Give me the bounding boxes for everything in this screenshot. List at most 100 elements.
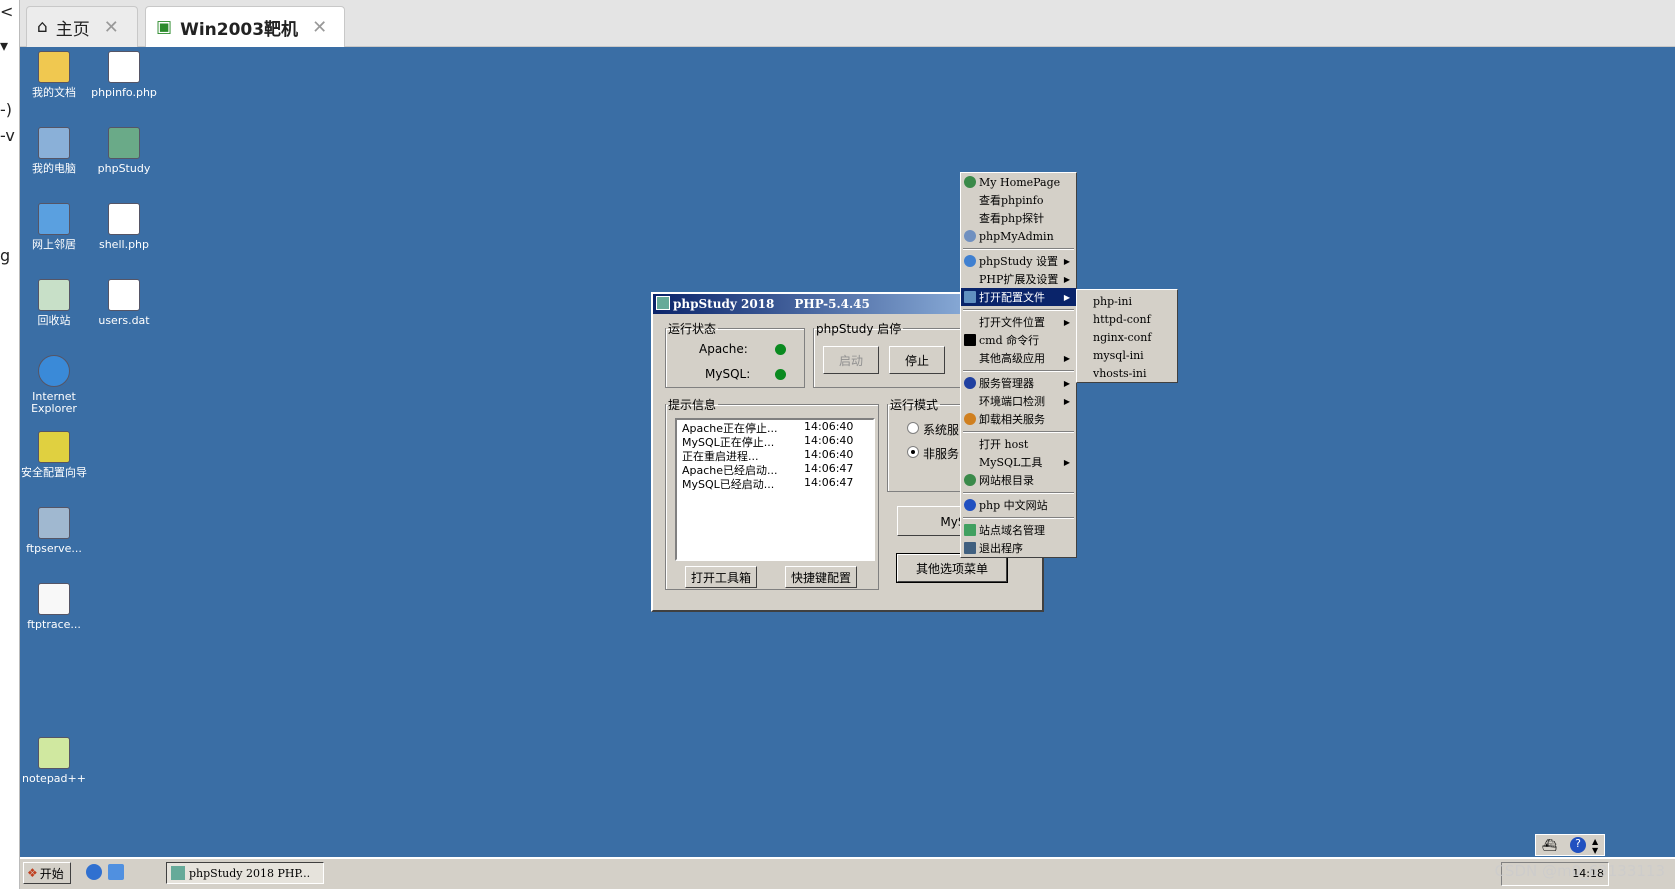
help-icon[interactable]: ? — [1570, 837, 1586, 853]
menu-item-label: 网站根目录 — [979, 474, 1034, 487]
menu-item[interactable]: 服务管理器 ▶ — [961, 374, 1076, 392]
menu-item[interactable]: 环境端口检测 ▶ — [961, 392, 1076, 410]
log-row: MySQL正在停止... 14:06:40 — [677, 434, 873, 448]
menu-item[interactable]: 打开文件位置 ▶ — [961, 313, 1076, 331]
config-icon — [964, 291, 976, 303]
submenu-arrow-icon: ▶ — [1063, 317, 1070, 327]
menu-item-label: 卸载相关服务 — [979, 413, 1045, 426]
close-icon[interactable]: ✕ — [104, 17, 119, 38]
desktop-icon-my-documents[interactable]: 我的文档 — [16, 51, 92, 99]
taskbar-item-phpstudy[interactable]: phpStudy 2018 PHP... — [166, 862, 324, 884]
menu-item[interactable]: cmd 命令行 — [961, 331, 1076, 349]
start-button[interactable]: 启动 — [823, 346, 879, 374]
desktop-icon-users-dat[interactable]: users.dat — [86, 279, 162, 327]
submenu-item[interactable]: httpd-conf — [1077, 310, 1177, 328]
desktop-icon-ftpserver[interactable]: ftpserve... — [16, 507, 92, 555]
tab-bar: ⌂ 主页 ✕ ▣ Win2003靶机 ✕ — [20, 0, 1675, 47]
menu-item[interactable]: phpMyAdmin — [961, 227, 1076, 245]
menu-item[interactable]: MySQL工具 ▶ — [961, 453, 1076, 471]
desktop-icon-label: Internet Explorer — [31, 390, 77, 415]
status-group-legend: 运行状态 — [668, 322, 717, 336]
mode-nonservice-label: 非服务 — [923, 447, 960, 461]
tab-home[interactable]: ⌂ 主页 ✕ — [26, 6, 138, 47]
side-panel-glyph: -) — [0, 100, 13, 119]
submenu-item[interactable]: nginx-conf — [1077, 328, 1177, 346]
menu-item[interactable]: PHP扩展及设置 ▶ — [961, 270, 1076, 288]
menu-item[interactable]: 其他高级应用 ▶ — [961, 349, 1076, 367]
log-time: 14:06:47 — [804, 476, 854, 489]
menu-item[interactable]: phpStudy 设置 ▶ — [961, 252, 1076, 270]
start-label: 开始 — [39, 866, 64, 881]
menu-item[interactable]: 打开配置文件 ▶ — [961, 288, 1076, 306]
menu-item-label: 打开文件位置 — [979, 316, 1045, 329]
config-submenu: php-ini httpd-conf nginx-conf mysql-ini vhos… — [1076, 289, 1178, 383]
ie-icon — [38, 355, 70, 387]
stop-button[interactable]: 停止 — [889, 346, 945, 374]
menu-separator — [961, 428, 1076, 435]
vm-icon: ▣ — [156, 17, 173, 37]
menu-item[interactable]: My HomePage — [961, 173, 1076, 191]
desktop-icon-phpinfo[interactable]: phpinfo.php — [86, 51, 162, 99]
menu-item-label: 站点域名管理 — [979, 524, 1045, 537]
desktop-quicklaunch-icon[interactable] — [108, 864, 124, 880]
desktop-icon-shell[interactable]: shell.php — [86, 203, 162, 251]
log-time: 14:06:47 — [804, 462, 854, 475]
desktop-icon-phpstudy[interactable]: phpStudy — [86, 127, 162, 175]
menu-item[interactable]: 网站根目录 — [961, 471, 1076, 489]
menu-item-label: phpMyAdmin — [979, 229, 1054, 243]
menu-item[interactable]: 退出程序 — [961, 539, 1076, 557]
menu-item-label: 服务管理器 — [979, 377, 1034, 390]
log-list[interactable]: Apache正在停止... 14:06:40 MySQL正在停止... 14:06:4… — [675, 418, 875, 561]
submenu-item[interactable]: mysql-ini — [1077, 346, 1177, 364]
desktop-icon-recycle-bin[interactable]: 回收站 — [16, 279, 92, 327]
scroll-icon[interactable]: ▲ ▼ — [1592, 837, 1598, 855]
toolbox-button[interactable]: 打开工具箱 — [685, 566, 757, 588]
menu-item-label: 环境端口检测 — [979, 395, 1045, 408]
menu-item[interactable]: 查看phpinfo — [961, 191, 1076, 209]
desktop-icon-my-computer[interactable]: 我的电脑 — [16, 127, 92, 175]
desktop-icon-network[interactable]: 网上邻居 — [16, 203, 92, 251]
log-message: MySQL正在停止... — [682, 436, 775, 448]
network-icon[interactable]: ⛴ — [1542, 838, 1557, 852]
tab-vm[interactable]: ▣ Win2003靶机 ✕ — [145, 6, 345, 47]
help-icon — [964, 499, 976, 511]
taskbar: ❖ 开始 phpStudy 2018 PHP... 14:18 — [20, 857, 1675, 889]
menu-item[interactable]: php 中文网站 — [961, 496, 1076, 514]
log-time: 14:06:40 — [804, 420, 854, 433]
submenu-item[interactable]: php-ini — [1077, 292, 1177, 310]
desktop-icon-ie[interactable]: Internet Explorer — [16, 355, 92, 415]
recycle-bin-icon — [38, 279, 70, 311]
ie-quicklaunch-icon[interactable] — [86, 864, 102, 880]
submenu-arrow-icon: ▶ — [1063, 292, 1070, 302]
other-menu-button[interactable]: 其他选项菜单 — [896, 553, 1008, 583]
file-icon — [108, 203, 140, 235]
close-icon[interactable]: ✕ — [312, 17, 327, 38]
globe-icon — [964, 474, 976, 486]
tab-label: 主页 — [55, 19, 90, 40]
menu-separator — [961, 245, 1076, 252]
menu-item[interactable]: 卸载相关服务 — [961, 410, 1076, 428]
log-row: 正在重启进程... 14:06:40 — [677, 448, 873, 462]
desktop-icon-ftptrace[interactable]: ftptrace... — [16, 583, 92, 631]
apache-label: Apache: — [699, 342, 748, 356]
menu-item[interactable]: 站点域名管理 — [961, 521, 1076, 539]
start-button[interactable]: ❖ 开始 — [23, 862, 71, 884]
uninstall-icon — [964, 413, 976, 425]
menu-item-label: cmd 命令行 — [979, 334, 1040, 347]
mode-nonservice-radio[interactable] — [907, 446, 919, 458]
window-version: PHP-5.4.45 — [794, 297, 870, 311]
side-panel-glyph: ▾ — [0, 36, 9, 55]
menu-item[interactable]: 查看php探针 — [961, 209, 1076, 227]
mode-system-radio[interactable] — [907, 422, 919, 434]
log-row: MySQL已经启动... 14:06:47 — [677, 476, 873, 490]
desktop-icon-notepadpp[interactable]: notepad++ — [16, 737, 92, 785]
log-time: 14:06:40 — [804, 434, 854, 447]
submenu-item[interactable]: vhosts-ini — [1077, 364, 1177, 382]
menu-item[interactable]: 打开 host — [961, 435, 1076, 453]
desktop-icon-security-wizard[interactable]: 安全配置向导 — [16, 431, 92, 479]
phpstudy-icon — [108, 127, 140, 159]
log-message: Apache正在停止... — [682, 422, 778, 434]
taskbar-item-label: phpStudy 2018 PHP... — [189, 866, 311, 880]
hotkey-button[interactable]: 快捷键配置 — [785, 566, 857, 588]
desktop-icon-label: phpStudy — [97, 162, 151, 175]
